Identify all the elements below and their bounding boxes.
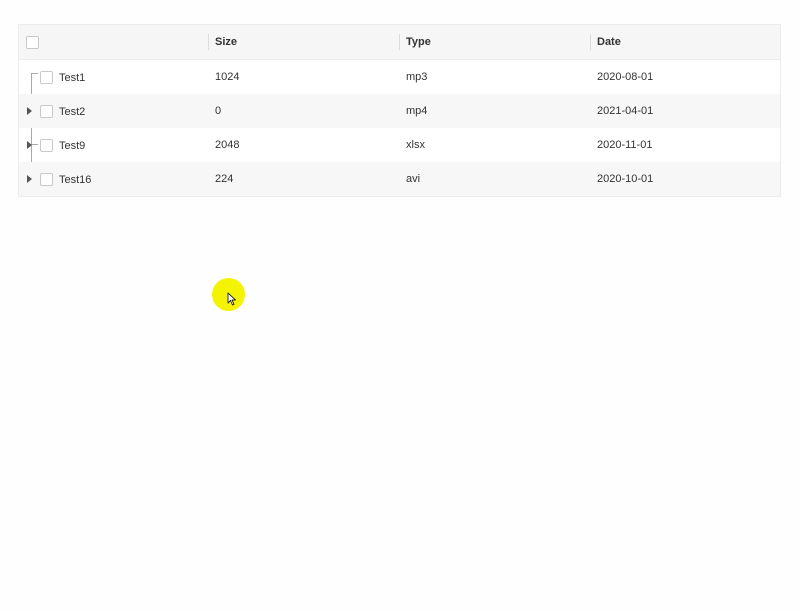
type-cell: xlsx — [406, 128, 425, 162]
name-cell: Test9 — [59, 128, 85, 162]
mouse-pointer-icon — [227, 292, 237, 306]
name-cell: Test16 — [59, 162, 91, 196]
name-cell: Test1 — [59, 60, 85, 94]
date-cell: 2021-04-01 — [597, 94, 653, 128]
row-checkbox[interactable] — [40, 139, 53, 152]
date-cell: 2020-08-01 — [597, 60, 653, 94]
row-checkbox[interactable] — [40, 105, 53, 118]
type-cell: mp3 — [406, 60, 427, 94]
table-row[interactable]: Test9 2048 xlsx 2020-11-01 — [19, 128, 780, 162]
grid-header: Size Type Date — [19, 25, 780, 60]
column-header-type[interactable]: Type — [406, 25, 431, 59]
column-header-date[interactable]: Date — [597, 25, 621, 59]
row-checkbox[interactable] — [40, 71, 53, 84]
tree-grid: Size Type Date Test1 1024 mp3 2020-08-01… — [18, 24, 781, 197]
column-separator[interactable] — [590, 34, 591, 50]
column-header-size[interactable]: Size — [215, 25, 237, 59]
name-cell: Test2 — [59, 94, 85, 128]
table-row[interactable]: Test1 1024 mp3 2020-08-01 — [19, 60, 780, 94]
select-all-checkbox[interactable] — [26, 36, 39, 49]
column-separator[interactable] — [208, 34, 209, 50]
caret-right-icon[interactable] — [27, 141, 32, 149]
row-checkbox[interactable] — [40, 173, 53, 186]
size-cell: 224 — [215, 162, 233, 196]
size-cell: 1024 — [215, 60, 239, 94]
table-row[interactable]: Test16 224 avi 2020-10-01 — [19, 162, 780, 196]
table-row[interactable]: Test2 0 mp4 2021-04-01 — [19, 94, 780, 128]
column-separator[interactable] — [399, 34, 400, 50]
grid-body: Test1 1024 mp3 2020-08-01 Test2 0 mp4 20… — [19, 60, 780, 196]
caret-right-icon[interactable] — [27, 107, 32, 115]
type-cell: mp4 — [406, 94, 427, 128]
date-cell: 2020-10-01 — [597, 162, 653, 196]
size-cell: 2048 — [215, 128, 239, 162]
size-cell: 0 — [215, 94, 221, 128]
type-cell: avi — [406, 162, 420, 196]
date-cell: 2020-11-01 — [597, 128, 652, 162]
caret-right-icon[interactable] — [27, 175, 32, 183]
